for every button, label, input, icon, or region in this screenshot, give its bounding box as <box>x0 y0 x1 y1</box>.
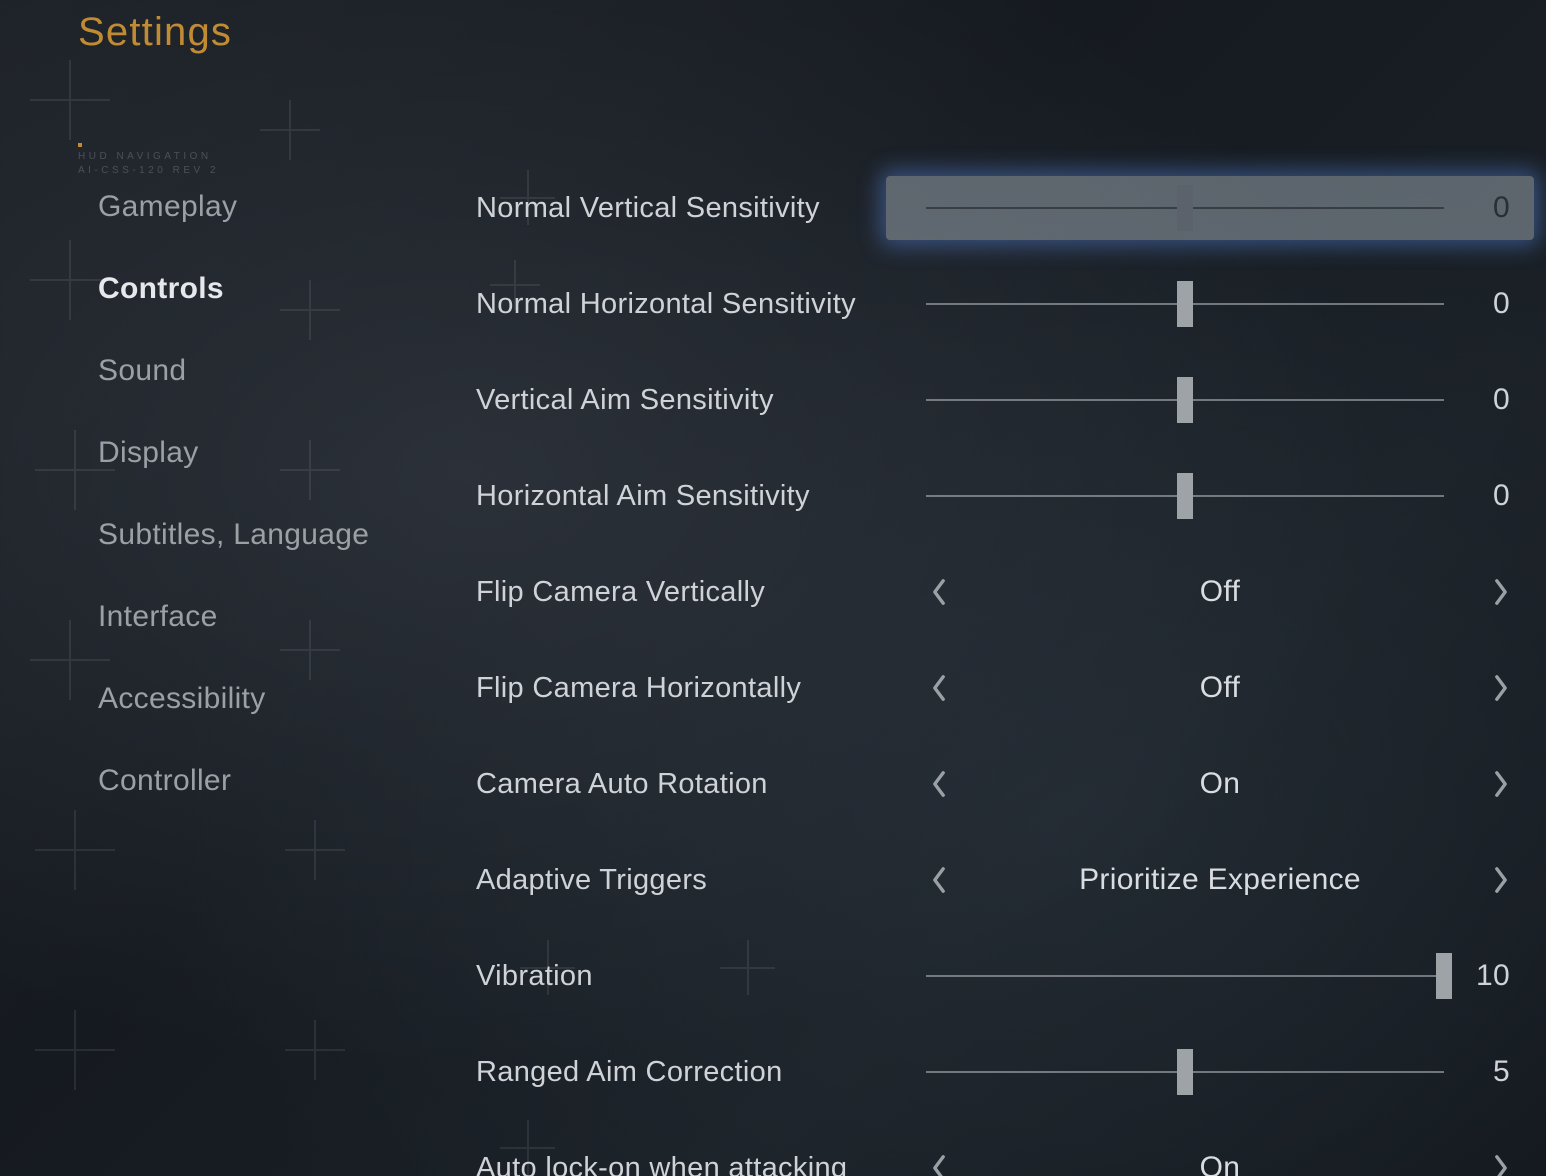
page-title: Settings <box>78 10 232 55</box>
chevron-right-icon[interactable] <box>1488 1155 1514 1176</box>
slider-control[interactable]: 5 <box>886 1040 1534 1104</box>
slider-value: 10 <box>1444 959 1514 993</box>
slider-track[interactable] <box>926 975 1444 977</box>
hud-accent-dot <box>78 143 82 147</box>
select-value: Off <box>952 575 1488 609</box>
slider-control[interactable]: 0 <box>886 368 1534 432</box>
option-row: Ranged Aim Correction 5 <box>476 1044 1534 1100</box>
option-label: Normal Horizontal Sensitivity <box>476 288 886 321</box>
option-label: Auto lock-on when attacking <box>476 1152 886 1176</box>
sidebar-item-gameplay[interactable]: Gameplay <box>98 190 369 224</box>
option-row: Vibration 10 <box>476 948 1534 1004</box>
chevron-left-icon[interactable] <box>926 675 952 701</box>
slider-thumb[interactable] <box>1177 377 1193 423</box>
sidebar-item-controls[interactable]: Controls <box>98 272 369 306</box>
slider-control[interactable]: 0 <box>886 176 1534 240</box>
option-row: Camera Auto Rotation On <box>476 756 1534 812</box>
option-row: Horizontal Aim Sensitivity 0 <box>476 468 1534 524</box>
settings-options: Normal Vertical Sensitivity0Normal Horiz… <box>476 180 1534 1176</box>
option-label: Adaptive Triggers <box>476 864 886 897</box>
slider-control[interactable]: 0 <box>886 464 1534 528</box>
slider-value: 5 <box>1444 1055 1514 1089</box>
chevron-left-icon[interactable] <box>926 771 952 797</box>
slider-thumb[interactable] <box>1436 953 1452 999</box>
hud-label: HUD NAVIGATION AI-CSS-120 REV 2 <box>78 150 219 178</box>
option-label: Horizontal Aim Sensitivity <box>476 480 886 513</box>
option-row: Adaptive Triggers Prioritize Experience <box>476 852 1534 908</box>
slider-track[interactable] <box>926 495 1444 497</box>
select-control[interactable]: Off <box>886 560 1534 624</box>
option-label: Ranged Aim Correction <box>476 1056 886 1089</box>
chevron-right-icon[interactable] <box>1488 867 1514 893</box>
slider-thumb[interactable] <box>1177 185 1193 231</box>
slider-track[interactable] <box>926 207 1444 209</box>
option-label: Camera Auto Rotation <box>476 768 886 801</box>
chevron-left-icon[interactable] <box>926 1155 952 1176</box>
slider-track[interactable] <box>926 303 1444 305</box>
chevron-left-icon[interactable] <box>926 867 952 893</box>
slider-track[interactable] <box>926 1071 1444 1073</box>
option-label: Flip Camera Vertically <box>476 576 886 609</box>
slider-value: 0 <box>1444 287 1514 321</box>
option-row: Auto lock-on when attacking On <box>476 1140 1534 1176</box>
option-row: Normal Vertical Sensitivity 0 <box>476 180 1534 236</box>
chevron-right-icon[interactable] <box>1488 771 1514 797</box>
select-value: On <box>952 1151 1488 1176</box>
sidebar-item-controller[interactable]: Controller <box>98 764 369 798</box>
select-control[interactable]: On <box>886 752 1534 816</box>
select-value: On <box>952 767 1488 801</box>
slider-value: 0 <box>1444 479 1514 513</box>
select-control[interactable]: Off <box>886 656 1534 720</box>
select-value: Off <box>952 671 1488 705</box>
option-label: Vertical Aim Sensitivity <box>476 384 886 417</box>
option-label: Normal Vertical Sensitivity <box>476 192 886 225</box>
sidebar-item-display[interactable]: Display <box>98 436 369 470</box>
slider-control[interactable]: 0 <box>886 272 1534 336</box>
chevron-right-icon[interactable] <box>1488 579 1514 605</box>
option-row: Flip Camera Vertically Off <box>476 564 1534 620</box>
slider-thumb[interactable] <box>1177 281 1193 327</box>
option-row: Flip Camera Horizontally Off <box>476 660 1534 716</box>
select-control[interactable]: On <box>886 1136 1534 1176</box>
slider-thumb[interactable] <box>1177 473 1193 519</box>
slider-value: 0 <box>1444 383 1514 417</box>
slider-value: 0 <box>1444 191 1514 225</box>
option-row: Vertical Aim Sensitivity 0 <box>476 372 1534 428</box>
sidebar-item-sound[interactable]: Sound <box>98 354 369 388</box>
sidebar-item-subtitles-language[interactable]: Subtitles, Language <box>98 518 369 552</box>
select-control[interactable]: Prioritize Experience <box>886 848 1534 912</box>
sidebar-item-interface[interactable]: Interface <box>98 600 369 634</box>
slider-control[interactable]: 10 <box>886 944 1534 1008</box>
chevron-right-icon[interactable] <box>1488 675 1514 701</box>
slider-track[interactable] <box>926 399 1444 401</box>
select-value: Prioritize Experience <box>952 863 1488 897</box>
sidebar-item-accessibility[interactable]: Accessibility <box>98 682 369 716</box>
chevron-left-icon[interactable] <box>926 579 952 605</box>
slider-thumb[interactable] <box>1177 1049 1193 1095</box>
option-label: Vibration <box>476 960 886 993</box>
settings-sidebar: Gameplay Controls Sound Display Subtitles, L… <box>98 190 369 798</box>
option-label: Flip Camera Horizontally <box>476 672 886 705</box>
option-row: Normal Horizontal Sensitivity 0 <box>476 276 1534 332</box>
